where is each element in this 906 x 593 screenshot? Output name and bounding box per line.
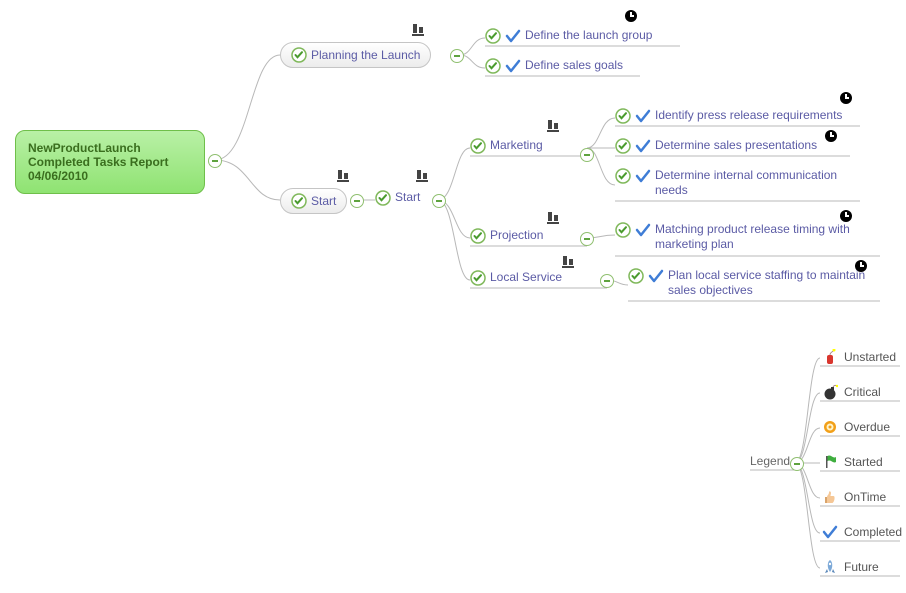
expand-toggle-legend[interactable]: [790, 457, 804, 471]
start1-label: Start: [311, 194, 336, 208]
start2-label: Start: [395, 190, 420, 205]
legend-item-critical[interactable]: Critical: [822, 384, 881, 400]
check-blue-icon: [822, 524, 838, 540]
flag-icon: [822, 454, 838, 470]
thumb-icon: [822, 489, 838, 505]
check-green-icon: [375, 190, 391, 206]
planning-node[interactable]: Planning the Launch: [280, 42, 431, 68]
projection-node[interactable]: Projection: [470, 228, 543, 244]
legend-item-unstarted[interactable]: Unstarted: [822, 349, 896, 365]
legend-item-overdue[interactable]: Overdue: [822, 419, 890, 435]
root-line2: Completed Tasks Report: [28, 155, 192, 169]
expand-toggle-planning[interactable]: [450, 49, 464, 63]
check-green-icon: [470, 228, 486, 244]
overdue-icon: [822, 419, 838, 435]
expand-toggle-projection[interactable]: [580, 232, 594, 246]
priority-icon: [560, 254, 576, 273]
legend-item-future[interactable]: Future: [822, 559, 879, 575]
priority-icon: [545, 118, 561, 137]
leaf-define-launch-group[interactable]: Define the launch group: [485, 28, 652, 44]
leaf-plan-local-service[interactable]: Plan local service staffing to maintain …: [628, 268, 868, 298]
check-blue-icon: [505, 28, 521, 44]
legend-item-completed[interactable]: Completed: [822, 524, 902, 540]
clock-icon: [625, 10, 637, 22]
planning-label: Planning the Launch: [311, 48, 420, 62]
legend-item-started[interactable]: Started: [822, 454, 883, 470]
rocket-icon: [822, 559, 838, 575]
priority-icon: [414, 168, 430, 187]
check-green-icon: [291, 193, 307, 209]
check-green-icon: [291, 47, 307, 63]
clock-icon: [840, 92, 852, 104]
priority-icon: [545, 210, 561, 229]
clock-icon: [840, 210, 852, 222]
leaf-matching-product[interactable]: Matching product release timing with mar…: [615, 222, 865, 252]
clock-icon: [825, 130, 837, 142]
legend-node[interactable]: Legend: [750, 454, 790, 468]
check-blue-icon: [635, 108, 651, 124]
check-blue-icon: [635, 222, 651, 238]
marketing-node[interactable]: Marketing: [470, 138, 543, 154]
check-blue-icon: [635, 138, 651, 154]
expand-toggle-localservice[interactable]: [600, 274, 614, 288]
root-node[interactable]: NewProductLaunch Completed Tasks Report …: [15, 130, 205, 194]
leaf-identify-press[interactable]: Identify press release requirements: [615, 108, 842, 124]
check-blue-icon: [635, 168, 651, 184]
check-green-icon: [628, 268, 644, 284]
check-green-icon: [615, 168, 631, 184]
local-service-node[interactable]: Local Service: [470, 270, 562, 286]
check-blue-icon: [648, 268, 664, 284]
check-green-icon: [615, 108, 631, 124]
expand-toggle-marketing[interactable]: [580, 148, 594, 162]
leaf-define-sales-goals[interactable]: Define sales goals: [485, 58, 623, 74]
priority-icon: [410, 22, 426, 41]
expand-toggle-start1[interactable]: [350, 194, 364, 208]
legend-item-ontime[interactable]: OnTime: [822, 489, 886, 505]
check-green-icon: [470, 138, 486, 154]
expand-toggle-root[interactable]: [208, 154, 222, 168]
start1-node[interactable]: Start: [280, 188, 347, 214]
dynamite-icon: [822, 349, 838, 365]
bomb-icon: [822, 384, 838, 400]
check-green-icon: [470, 270, 486, 286]
root-line3: 04/06/2010: [28, 169, 192, 183]
root-line1: NewProductLaunch: [28, 141, 192, 155]
check-green-icon: [485, 28, 501, 44]
check-green-icon: [485, 58, 501, 74]
priority-icon: [335, 168, 351, 187]
leaf-determine-sales[interactable]: Determine sales presentations: [615, 138, 817, 154]
check-green-icon: [615, 222, 631, 238]
check-green-icon: [615, 138, 631, 154]
check-blue-icon: [505, 58, 521, 74]
start2-node[interactable]: Start: [375, 190, 420, 206]
expand-toggle-start2[interactable]: [432, 194, 446, 208]
leaf-determine-internal[interactable]: Determine internal communication needs: [615, 168, 845, 198]
